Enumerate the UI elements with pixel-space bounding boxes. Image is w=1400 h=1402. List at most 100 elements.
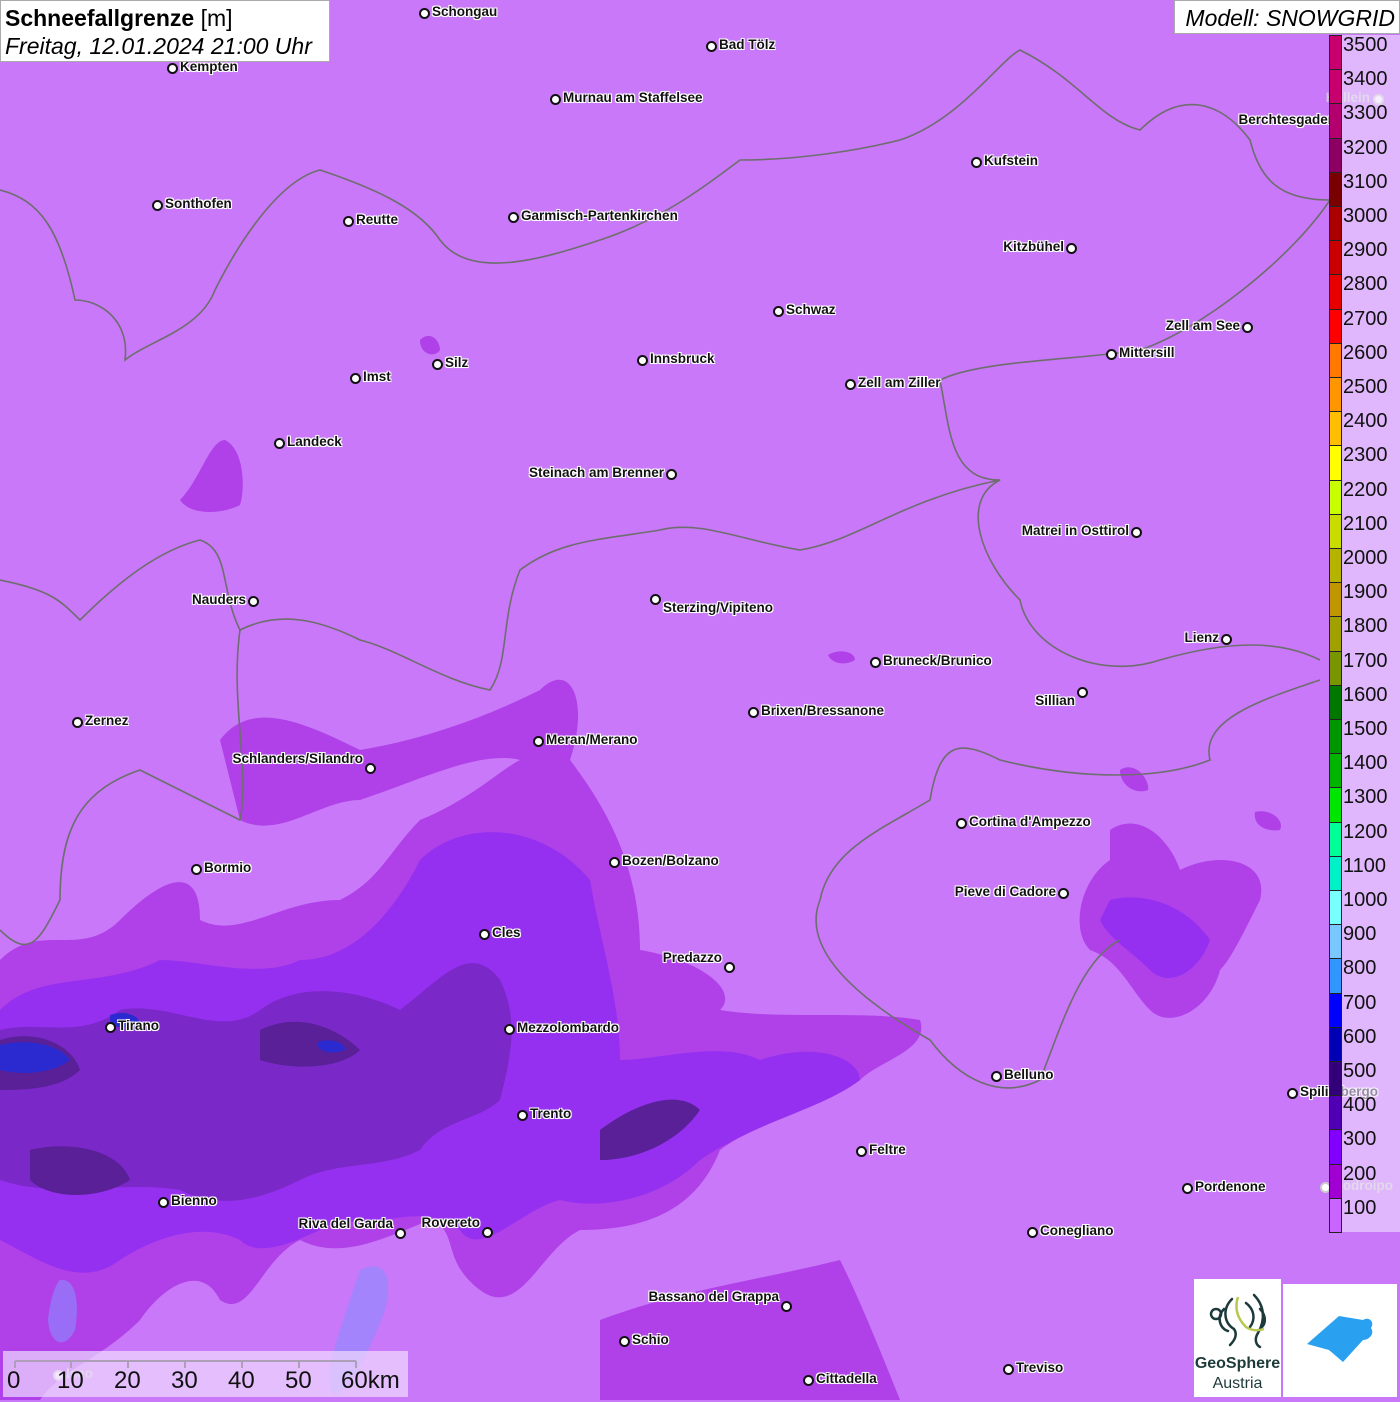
city-marker: [395, 1228, 406, 1239]
city-marker: [508, 212, 519, 223]
city-label: Tirano: [118, 1018, 160, 1033]
legend-label: 2600: [1343, 341, 1388, 364]
city-label: Brixen/Bressanone: [761, 703, 885, 718]
legend-label: 2900: [1343, 239, 1388, 262]
city-marker: [72, 717, 83, 728]
city-label: Lienz: [1184, 630, 1219, 645]
city-label: Trento: [530, 1106, 572, 1121]
legend-label: 3300: [1343, 102, 1388, 125]
city-label: Schwaz: [786, 302, 836, 317]
legend-label: 1800: [1343, 615, 1388, 638]
city-label: Cles: [492, 925, 521, 940]
snowgrid-logo[interactable]: [1283, 1284, 1397, 1397]
legend-swatch: [1329, 1095, 1342, 1131]
city-marker: [504, 1024, 515, 1035]
legend-swatch: [1329, 1026, 1342, 1062]
legend-label: 1400: [1343, 752, 1388, 775]
city-marker: [845, 379, 856, 390]
scale-tick-label: 30: [171, 1367, 198, 1394]
legend-swatch: [1329, 787, 1342, 823]
city-label: Sonthofen: [165, 196, 232, 211]
legend-label: 3400: [1343, 68, 1388, 91]
legend-swatch: [1329, 240, 1342, 276]
city-marker: [1287, 1088, 1298, 1099]
legend-label: 2000: [1343, 547, 1388, 569]
legend-swatch: [1329, 650, 1342, 686]
legend-label: 1000: [1343, 889, 1388, 911]
city-marker: [650, 594, 661, 605]
legend-swatch: [1329, 890, 1342, 926]
city-label: Steinach am Brenner: [528, 465, 664, 480]
legend-swatch: [1329, 377, 1342, 413]
city-marker: [619, 1336, 630, 1347]
legend-label: 3100: [1343, 170, 1388, 193]
legend-label: 500: [1343, 1060, 1377, 1082]
legend-swatch: [1329, 719, 1342, 755]
city-label: Rovereto: [421, 1215, 480, 1230]
legend-swatch: [1329, 821, 1342, 857]
scale-tick-label: 10: [57, 1367, 84, 1394]
city-label: Garmisch-Partenkirchen: [521, 208, 678, 223]
legend-label: 2400: [1343, 410, 1388, 433]
legend-swatch: [1329, 69, 1342, 105]
city-label: Bozen/Bolzano: [622, 853, 719, 868]
legend-label: 3200: [1343, 136, 1388, 159]
legend-label: 1200: [1343, 820, 1388, 843]
legend-swatch: [1329, 753, 1342, 789]
legend-label: 400: [1343, 1094, 1377, 1117]
city-label: Nauders: [191, 592, 246, 607]
legend-label: 1700: [1343, 649, 1388, 672]
city-label: Schlanders/Silandro: [232, 751, 363, 766]
city-marker: [482, 1227, 493, 1238]
city-marker: [637, 355, 648, 366]
city-marker: [365, 763, 376, 774]
legend-label: 300: [1343, 1128, 1377, 1151]
city-label: Belluno: [1004, 1067, 1054, 1082]
city-marker: [748, 707, 759, 718]
city-marker: [517, 1110, 528, 1121]
legend-label: 700: [1343, 991, 1377, 1014]
city-label: Zell am See: [1165, 318, 1240, 333]
city-marker: [274, 438, 285, 449]
city-label: Zell am Ziller: [858, 375, 941, 390]
scale-tick-label: 20: [114, 1367, 141, 1394]
city-label: Landeck: [287, 434, 342, 449]
city-label: Bormio: [204, 860, 252, 875]
legend-label: 1600: [1343, 683, 1388, 706]
legend-swatch: [1329, 582, 1342, 618]
scale-tick-label: 50: [285, 1367, 312, 1394]
city-label: Schongau: [432, 4, 498, 19]
city-marker: [1131, 527, 1142, 538]
city-marker: [773, 306, 784, 317]
city-label: Cittadella: [816, 1371, 877, 1386]
map-datetime: Freitag, 12.01.2024 21:00 Uhr: [5, 33, 312, 59]
city-label: Riva del Garda: [298, 1216, 393, 1231]
city-label: Berchtesgaden: [1238, 112, 1336, 127]
legend-swatch: [1329, 1129, 1342, 1165]
city-marker: [956, 818, 967, 829]
city-marker: [803, 1375, 814, 1386]
legend-label: 2700: [1343, 307, 1388, 330]
city-marker: [1182, 1183, 1193, 1194]
city-marker: [870, 657, 881, 668]
city-label: Schio: [632, 1332, 669, 1347]
city-marker: [350, 373, 361, 384]
city-marker: [666, 469, 677, 480]
city-label: Reutte: [356, 212, 399, 227]
city-marker: [1066, 243, 1077, 254]
legend-label: 2300: [1343, 444, 1388, 467]
title-box: Schneefallgrenze [m] Freitag, 12.01.2024…: [0, 0, 330, 62]
legend-swatch: [1329, 308, 1342, 344]
legend-label: 2100: [1343, 512, 1388, 535]
legend-label: 2200: [1343, 478, 1388, 501]
city-marker: [971, 157, 982, 168]
legend-label: 100: [1343, 1196, 1377, 1219]
city-label: Meran/Merano: [546, 732, 638, 747]
city-label: Silz: [445, 355, 469, 370]
legend-swatch: [1329, 411, 1342, 447]
city-label: Predazzo: [662, 950, 722, 965]
legend-label: 1900: [1343, 581, 1388, 604]
city-label: Bassano del Grappa: [648, 1289, 779, 1304]
city-label: Mezzolombardo: [517, 1020, 620, 1035]
geosphere-austria-logo[interactable]: GeoSphere Austria: [1194, 1279, 1281, 1397]
